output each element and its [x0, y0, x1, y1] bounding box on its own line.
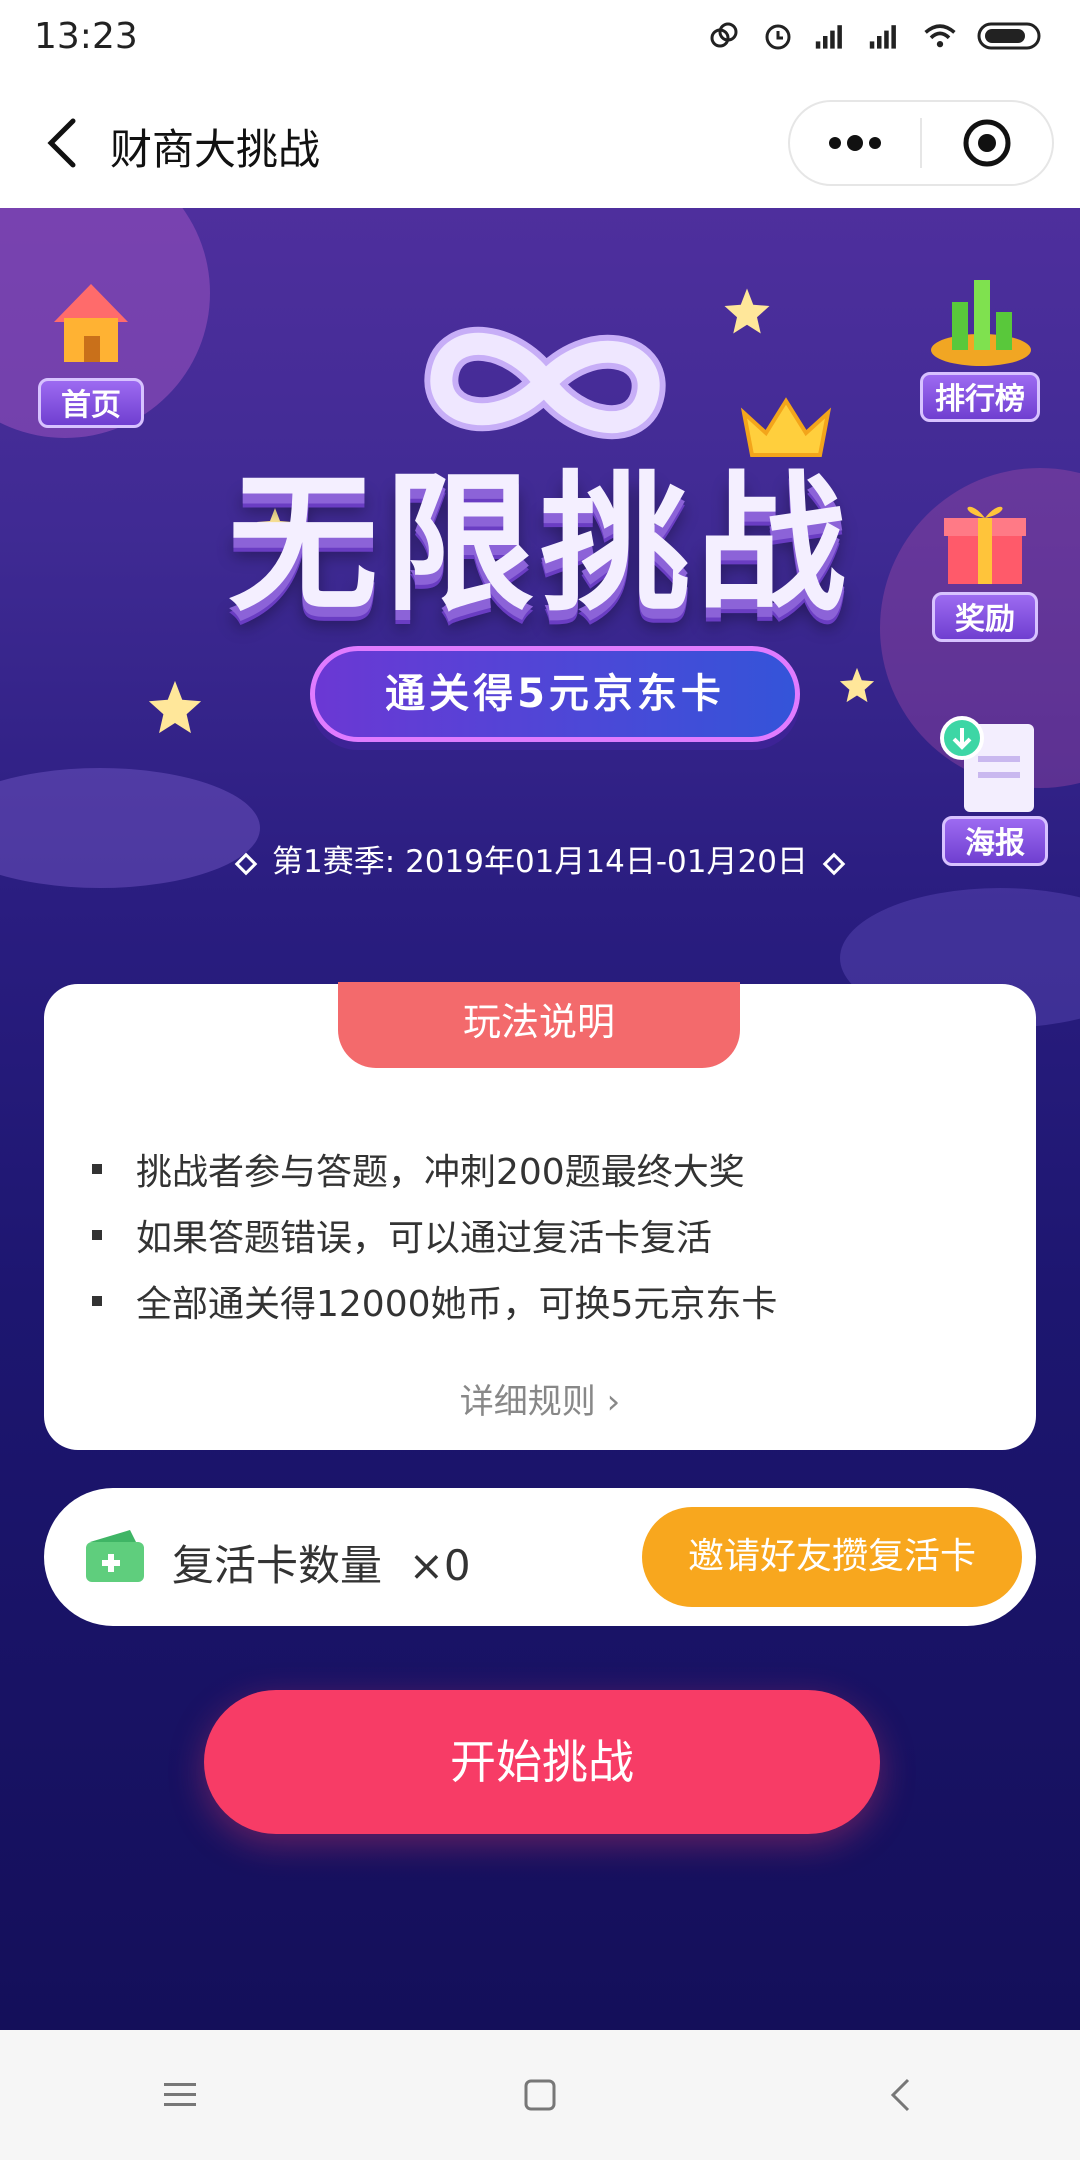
android-nav-bar — [0, 2030, 1080, 2160]
revive-count-value: ×0 — [408, 1541, 471, 1590]
back-icon[interactable] — [855, 2050, 945, 2140]
nav-bar: 财商大挑战 — [0, 78, 1080, 208]
diamond-icon — [234, 852, 258, 875]
bullet-icon — [92, 1164, 102, 1174]
revive-card: 复活卡数量 ×0 邀请好友攒复活卡 — [44, 1488, 1036, 1626]
list-item: 如果答题错误，可以通过复活卡复活 — [92, 1202, 777, 1268]
back-arrow-icon[interactable] — [28, 108, 98, 178]
diamond-icon — [822, 852, 846, 875]
list-item: 全部通关得12000她币，可换5元京东卡 — [92, 1268, 777, 1334]
revive-count: 复活卡数量 ×0 — [172, 1532, 471, 1593]
rule-text: 全部通关得12000她币，可换5元京东卡 — [136, 1284, 778, 1325]
rule-text: 如果答题错误，可以通过复活卡复活 — [136, 1218, 713, 1259]
page-title: 财商大挑战 — [110, 125, 321, 174]
star-icon — [839, 667, 875, 703]
season-dates: 第1赛季: 2019年01月14日-01月20日 — [0, 836, 1080, 881]
gift-icon — [944, 506, 1026, 584]
home-label: 首页 — [38, 378, 144, 428]
home-square-icon[interactable] — [495, 2050, 585, 2140]
ranking-label: 排行榜 — [920, 372, 1040, 422]
more-dots-icon[interactable] — [790, 102, 920, 184]
poster-button[interactable]: 海报 — [940, 716, 1050, 866]
rules-tab: 玩法说明 — [338, 982, 740, 1068]
rewards-button[interactable]: 奖励 — [930, 492, 1040, 642]
target-icon[interactable] — [922, 102, 1052, 184]
miniprogram-capsule — [788, 100, 1054, 186]
hero-section: 无限挑战 通关得5元京东卡 第1赛季: 2019年01月14日-01月20日 首… — [0, 208, 1080, 2030]
bar-chart-icon — [931, 280, 1031, 366]
invite-friends-button[interactable]: 邀请好友攒复活卡 — [642, 1507, 1022, 1607]
prize-banner: 通关得5元京东卡 — [310, 646, 800, 742]
signal-icon — [868, 18, 904, 54]
status-bar: 13:23 — [0, 0, 1080, 78]
rules-list: 挑战者参与答题，冲刺200题最终大奖 如果答题错误，可以通过复活卡复活 全部通关… — [92, 1136, 777, 1334]
bullet-icon — [92, 1296, 102, 1306]
status-icons — [706, 18, 1046, 54]
list-item: 挑战者参与答题，冲刺200题最终大奖 — [92, 1136, 777, 1202]
hero-title: 无限挑战 — [227, 458, 852, 632]
link-icon — [706, 18, 742, 54]
revive-label: 复活卡数量 — [172, 1541, 383, 1590]
star-icon — [148, 680, 202, 734]
wifi-icon — [922, 18, 958, 54]
poster-download-icon — [940, 716, 1034, 812]
status-time: 13:23 — [34, 16, 138, 57]
house-icon — [54, 284, 128, 362]
detail-rules-link[interactable]: 详细规则 › — [44, 1374, 1036, 1423]
menu-icon[interactable] — [135, 2050, 225, 2140]
rules-card: 玩法说明 挑战者参与答题，冲刺200题最终大奖 如果答题错误，可以通过复活卡复活… — [44, 982, 1036, 1450]
poster-label: 海报 — [942, 816, 1048, 866]
battery-icon — [976, 18, 1046, 54]
revive-card-icon — [86, 1530, 144, 1582]
alarm-icon — [760, 18, 796, 54]
ranking-button[interactable]: 排行榜 — [918, 272, 1042, 422]
rewards-label: 奖励 — [932, 592, 1038, 642]
season-text: 第1赛季: 2019年01月14日-01月20日 — [272, 844, 808, 880]
signal-icon — [814, 18, 850, 54]
star-icon — [724, 288, 770, 334]
home-button[interactable]: 首页 — [36, 278, 146, 428]
start-challenge-button[interactable]: 开始挑战 — [204, 1690, 880, 1834]
rule-text: 挑战者参与答题，冲刺200题最终大奖 — [136, 1152, 745, 1193]
bullet-icon — [92, 1230, 102, 1240]
